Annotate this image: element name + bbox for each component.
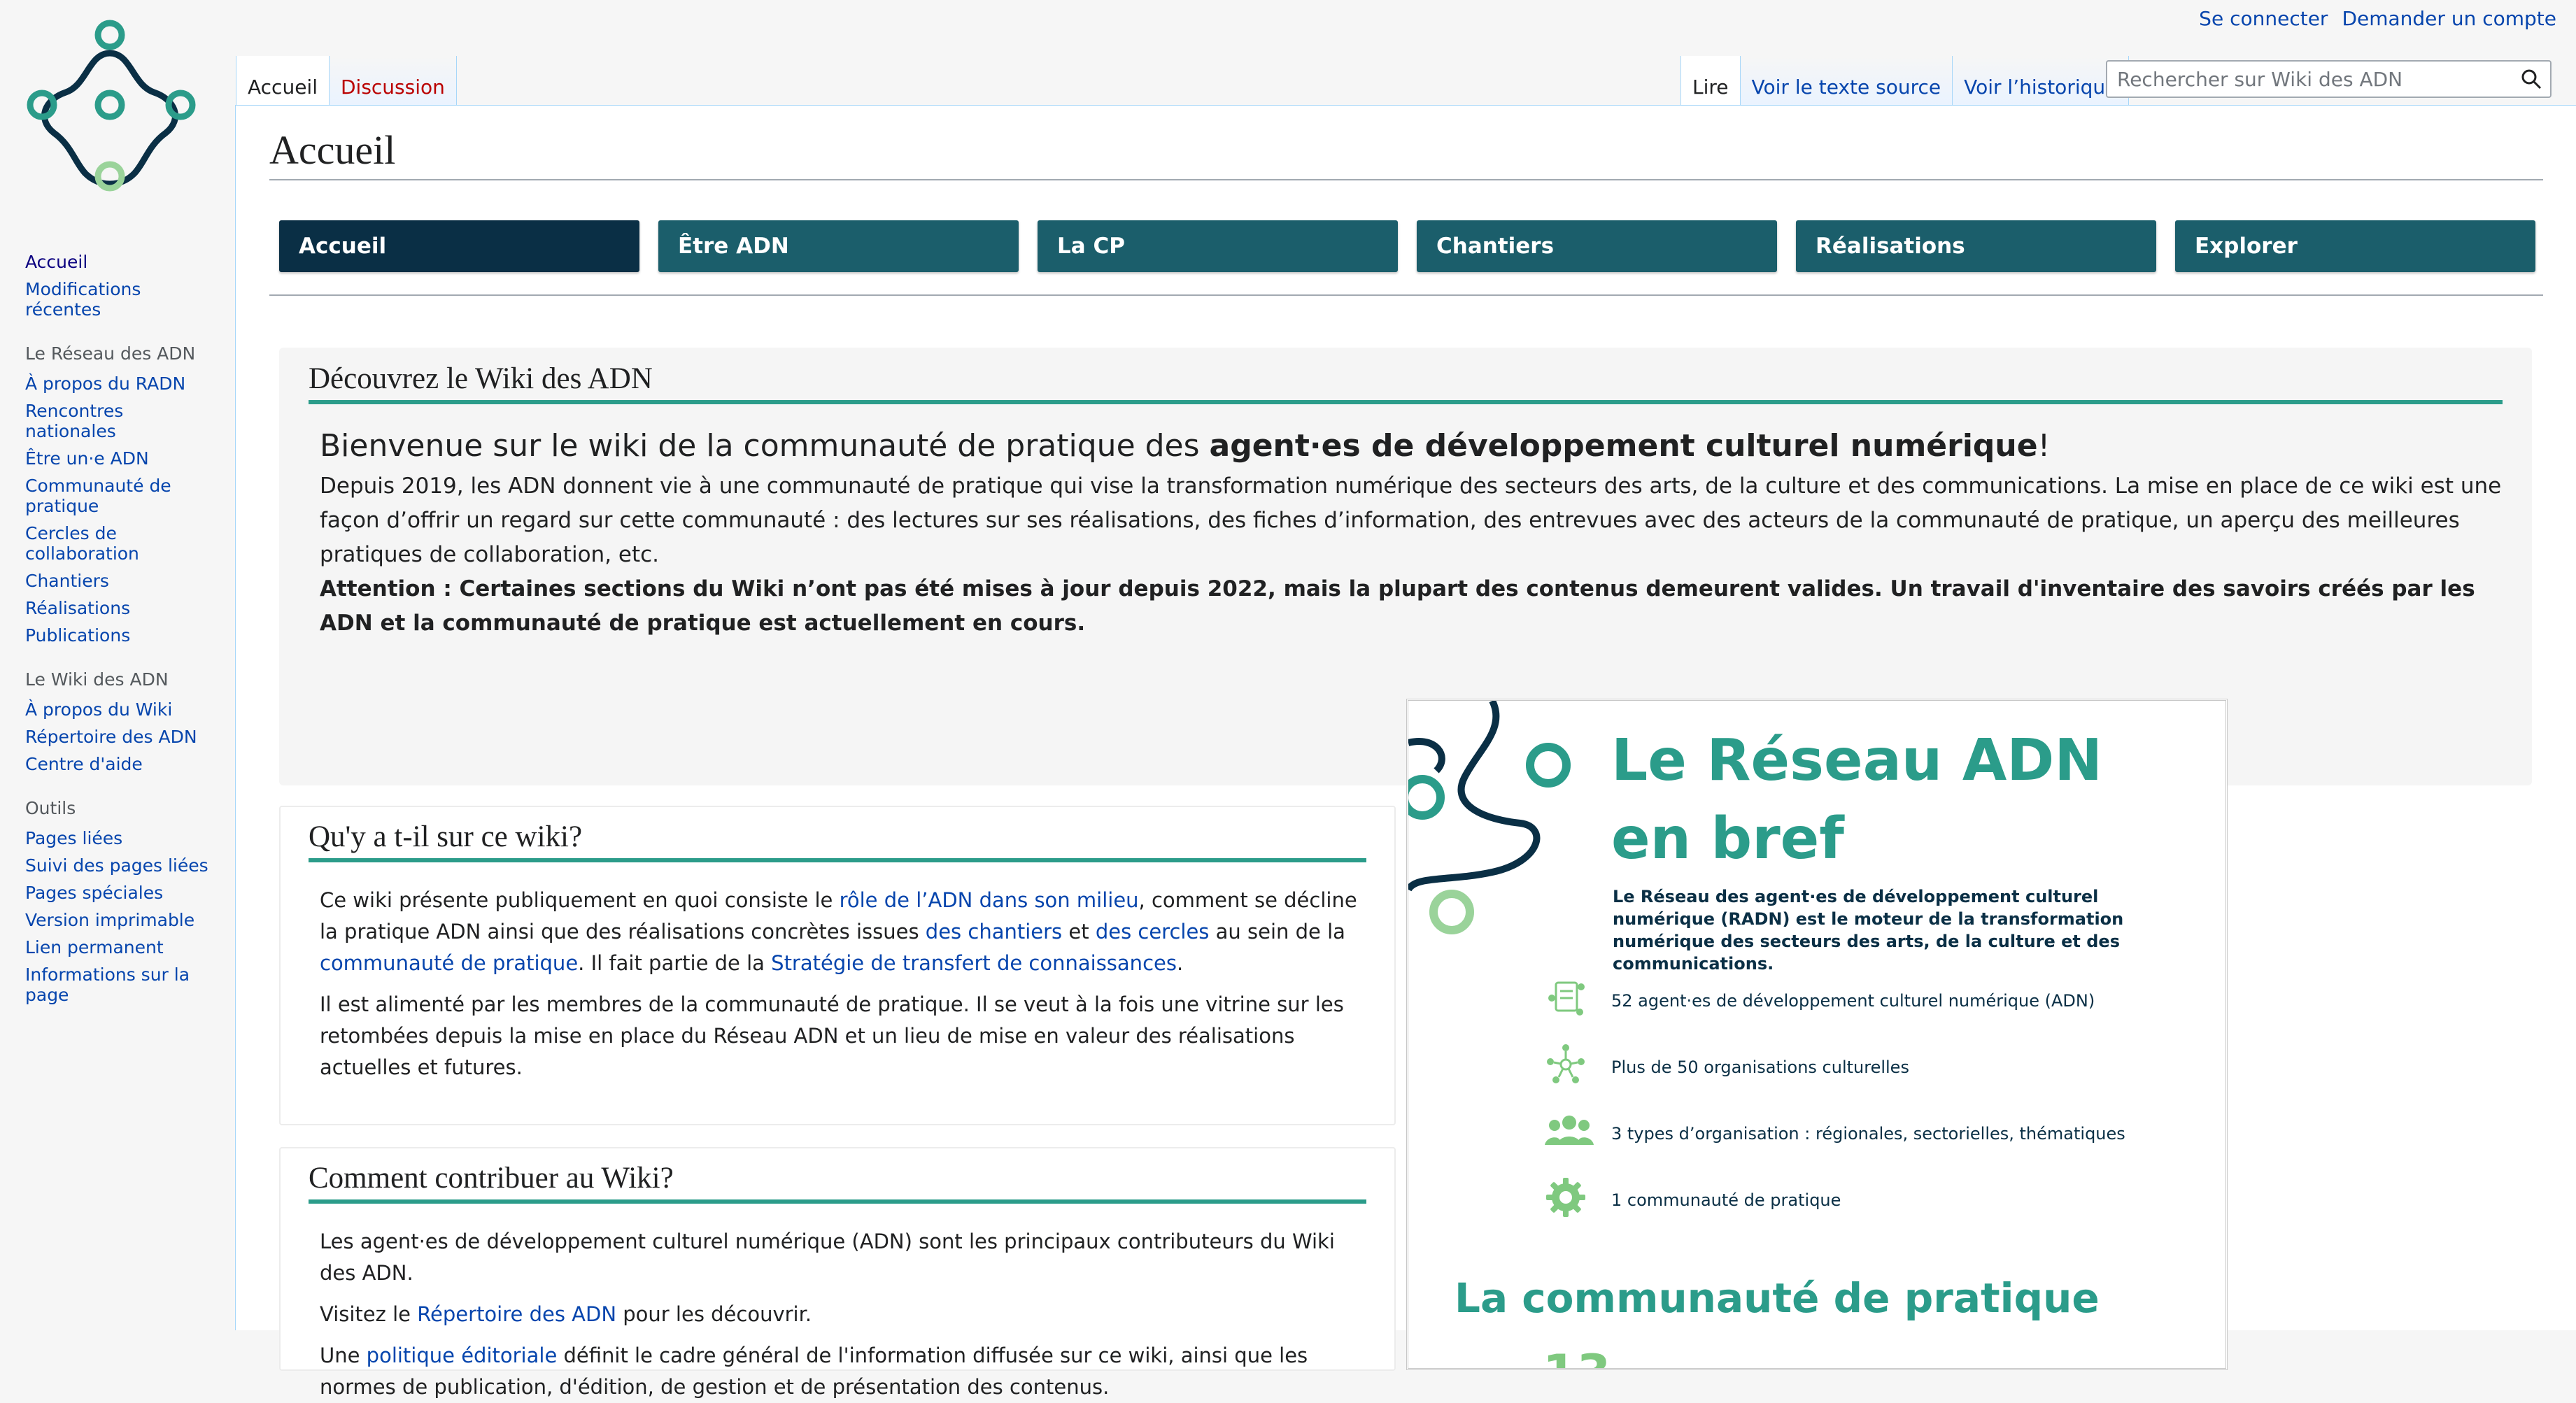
tab-history[interactable]: Voir l’historique	[1953, 56, 2130, 106]
search-input[interactable]: Rechercher sur Wiki des ADN	[2106, 60, 2552, 98]
contribute-paragraph-3: Une politique éditoriale définit le cadr…	[320, 1344, 1308, 1399]
sidebar-item-related-changes[interactable]: Suivi des pages liées	[25, 855, 221, 876]
sidebar-heading-reseau: Le Réseau des ADN	[25, 343, 196, 364]
decorative-swirl-graphic	[1408, 701, 1571, 934]
people-group-icon	[1545, 1110, 1594, 1155]
sidebar-item-permalink[interactable]: Lien permanent	[25, 937, 221, 957]
namespace-tabs: Accueil Discussion	[236, 56, 457, 106]
nav-button-etre-adn[interactable]: Être ADN	[658, 220, 1019, 272]
nav-divider	[269, 294, 2543, 296]
tab-lire[interactable]: Lire	[1680, 56, 1741, 106]
sidebar-item-whatlinkshere[interactable]: Pages liées	[25, 828, 221, 848]
welcome-heading: Bienvenue sur le wiki de la communauté d…	[320, 428, 2051, 464]
sidebar-item-chantiers[interactable]: Chantiers	[25, 571, 221, 591]
sidebar-item-recent-changes[interactable]: Modifications récentes	[25, 279, 144, 320]
tab-discussion[interactable]: Discussion	[329, 56, 457, 106]
page-title: Accueil	[269, 127, 2543, 180]
link-role-adn[interactable]: rôle de l’ADN dans son milieu	[840, 888, 1139, 912]
sidebar-heading-tools: Outils	[25, 798, 76, 818]
stat-adn-count: 52 agent·es de développement culturel nu…	[1611, 991, 2095, 1011]
wiki-content-box: Qu'y a t-il sur ce wiki? Ce wiki présent…	[279, 806, 1396, 1125]
sidebar-item-realisations[interactable]: Réalisations	[25, 598, 221, 618]
infographic-subtitle: La communauté de pratique	[1455, 1274, 2100, 1322]
create-account-link[interactable]: Demander un compte	[2342, 7, 2556, 30]
sidebar-item-accueil[interactable]: Accueil	[25, 252, 221, 272]
nav-button-la-cp[interactable]: La CP	[1038, 220, 1398, 272]
sidebar-item-page-info[interactable]: Informations sur la page	[25, 964, 193, 1005]
wiki-box-paragraph-1: Ce wiki présente publiquement en quoi co…	[320, 888, 1357, 975]
link-strategie[interactable]: Stratégie de transfert de connaissances	[771, 951, 1177, 975]
stat-organisations: Plus de 50 organisations culturelles	[1611, 1057, 1909, 1077]
wiki-box-title: Qu'y a t-il sur ce wiki?	[309, 820, 1366, 862]
nav-button-accueil[interactable]: Accueil	[279, 220, 639, 272]
network-nodes-icon	[1545, 1044, 1587, 1088]
main-navigation: Accueil Être ADN La CP Chantiers Réalisa…	[279, 220, 2535, 272]
sidebar-item-special-pages[interactable]: Pages spéciales	[25, 883, 221, 903]
sidebar: Accueil Modifications récentes Le Réseau…	[25, 252, 221, 1012]
contribute-paragraph-2: Visitez le Répertoire des ADN pour les d…	[320, 1302, 812, 1326]
site-logo[interactable]	[15, 15, 204, 204]
gear-icon	[1545, 1176, 1587, 1221]
sidebar-item-communaute[interactable]: Communauté de pratique	[25, 476, 193, 516]
nav-button-chantiers[interactable]: Chantiers	[1417, 220, 1777, 272]
sidebar-heading-wiki: Le Wiki des ADN	[25, 669, 169, 690]
link-politique[interactable]: politique éditoriale	[367, 1344, 558, 1367]
link-cercles[interactable]: des cercles	[1096, 920, 1210, 943]
link-communaute[interactable]: communauté de pratique	[320, 951, 578, 975]
login-link[interactable]: Se connecter	[2199, 7, 2328, 30]
wiki-box-paragraph-2: Il est alimenté par les membres de la co…	[320, 992, 1344, 1079]
contribute-box: Comment contribuer au Wiki? Les agent·es…	[279, 1147, 1396, 1399]
link-chantiers[interactable]: des chantiers	[926, 920, 1062, 943]
sidebar-item-help[interactable]: Centre d'aide	[25, 754, 221, 774]
sidebar-item-print[interactable]: Version imprimable	[25, 910, 221, 930]
infographic-title: Le Réseau ADN en bref	[1611, 727, 2103, 872]
search-icon[interactable]	[2521, 69, 2542, 94]
infographic-description: Le Réseau des agent·es de développement …	[1613, 887, 2124, 974]
sidebar-item-etre-adn[interactable]: Être un·e ADN	[25, 448, 221, 469]
tab-view-source[interactable]: Voir le texte source	[1740, 56, 1953, 106]
sidebar-item-about-radn[interactable]: À propos du RADN	[25, 373, 221, 394]
personal-tools: Se connecter Demander un compte	[2199, 7, 2556, 30]
document-network-icon	[1545, 977, 1587, 1022]
sidebar-item-publications[interactable]: Publications	[25, 625, 221, 646]
view-tabs: Lire Voir le texte source Voir l’histori…	[1680, 56, 2130, 106]
sidebar-item-repertoire[interactable]: Répertoire des ADN	[25, 727, 221, 747]
intro-title: Découvrez le Wiki des ADN	[309, 362, 2503, 404]
link-repertoire[interactable]: Répertoire des ADN	[417, 1302, 616, 1326]
infographic-partial-number: 13	[1543, 1344, 1611, 1368]
attention-notice: Attention : Certaines sections du Wiki n…	[320, 576, 2475, 636]
stat-organisation-types: 3 types d’organisation : régionales, sec…	[1611, 1124, 2125, 1144]
intro-paragraph: Depuis 2019, les ADN donnent vie à une c…	[320, 473, 2502, 567]
stat-communaute: 1 communauté de pratique	[1611, 1190, 1841, 1210]
radn-infographic: Le Réseau ADN en bref Le Réseau des agent…	[1406, 699, 2228, 1370]
sidebar-item-about-wiki[interactable]: À propos du Wiki	[25, 699, 221, 720]
sidebar-item-rencontres[interactable]: Rencontres nationales	[25, 401, 144, 441]
contribute-paragraph-1: Les agent·es de développement culturel n…	[320, 1230, 1335, 1285]
sidebar-item-cercles[interactable]: Cercles de collaboration	[25, 523, 186, 564]
nav-button-realisations[interactable]: Réalisations	[1796, 220, 2156, 272]
contribute-box-title: Comment contribuer au Wiki?	[309, 1161, 1366, 1204]
content-area: Accueil Accueil Être ADN La CP Chantiers…	[235, 105, 2576, 1399]
search-placeholder: Rechercher sur Wiki des ADN	[2117, 67, 2403, 91]
tab-accueil[interactable]: Accueil	[236, 56, 330, 106]
nav-button-explorer[interactable]: Explorer	[2175, 220, 2535, 272]
